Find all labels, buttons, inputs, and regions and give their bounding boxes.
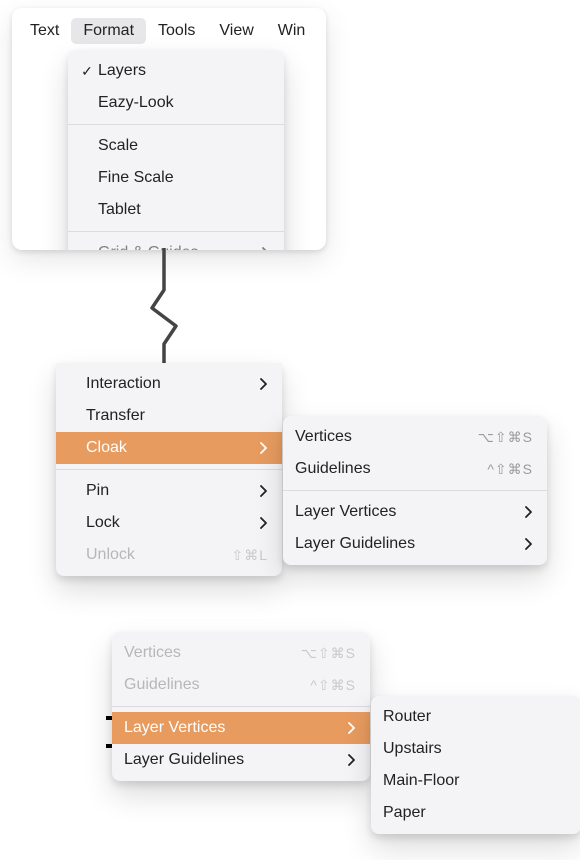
menu-item-label: Layer Vertices (122, 716, 336, 740)
chevron-right-icon (248, 485, 268, 497)
menu-item-label: Tablet (96, 198, 270, 222)
menu-item-vertices[interactable]: Vertices ⌥⇧⌘S (283, 421, 547, 453)
menu-item-pin[interactable]: Pin (56, 475, 282, 507)
menu-item-label: Guidelines (293, 457, 475, 481)
chevron-right-icon (513, 538, 533, 550)
top-panel: Text Format Tools View Win ✓ Layers Eazy… (12, 8, 326, 250)
menu-item-upstairs[interactable]: Upstairs (371, 733, 580, 765)
menu-item-unlock: Unlock ⇧⌘L (56, 539, 282, 571)
menu-item-layer-guidelines[interactable]: Layer Guidelines (112, 744, 370, 776)
menubar-item-format[interactable]: Format (71, 18, 146, 44)
menu-item-label: Layer Guidelines (122, 748, 336, 772)
cloak-submenu: Vertices ⌥⇧⌘S Guidelines ^⇧⌘S Layer Vert… (283, 416, 547, 565)
menu-shortcut: ⌥⇧⌘S (289, 643, 356, 664)
checkmark-icon: ✓ (78, 61, 96, 82)
menu-item-tablet[interactable]: Tablet (68, 194, 284, 226)
menu-item-label: Cloak (84, 436, 248, 460)
chevron-right-icon (336, 754, 356, 766)
menu-separator (112, 706, 370, 707)
menu-item-label: Layer Guidelines (293, 532, 513, 556)
menu-item-label: Vertices (122, 641, 289, 665)
menu-separator (68, 231, 284, 232)
menu-item-layer-guidelines[interactable]: Layer Guidelines (283, 528, 547, 560)
menu-item-layers[interactable]: ✓ Layers (68, 55, 284, 87)
menu-item-layer-vertices[interactable]: Layer Vertices (283, 496, 547, 528)
menu-item-label: Lock (84, 511, 248, 535)
menu-item-cloak[interactable]: Cloak (56, 432, 282, 464)
menu-item-guidelines[interactable]: Guidelines ^⇧⌘S (283, 453, 547, 485)
menubar-item-view[interactable]: View (207, 18, 265, 44)
chevron-right-icon (248, 378, 268, 390)
menu-shortcut: ⇧⌘L (219, 545, 268, 566)
menu-item-label: Layers (96, 59, 270, 83)
menu-item-layer-vertices[interactable]: Layer Vertices (112, 712, 370, 744)
menu-item-label: Main-Floor (381, 769, 567, 793)
menu-item-label: Interaction (84, 372, 248, 396)
menu-shortcut: ⌥⇧⌘S (466, 427, 533, 448)
menubar-item-win[interactable]: Win (266, 18, 318, 44)
menu-shortcut: ^⇧⌘S (298, 675, 356, 696)
menu-item-label: Eazy-Look (96, 91, 270, 115)
menu-item-eazylook[interactable]: Eazy-Look (68, 87, 284, 119)
menu-item-label: Vertices (293, 425, 466, 449)
menu-item-label: Pin (84, 479, 248, 503)
menu-item-label: Guidelines (122, 673, 298, 697)
squiggle-connector (144, 248, 184, 368)
menu-item-vertices: Vertices ⌥⇧⌘S (112, 637, 370, 669)
menu-item-lock[interactable]: Lock (56, 507, 282, 539)
menu-item-paper[interactable]: Paper (371, 797, 580, 829)
menu-item-label: Router (381, 705, 567, 729)
chevron-right-icon (513, 506, 533, 518)
chevron-right-icon (250, 247, 270, 250)
menu-item-label: Scale (96, 134, 270, 158)
chevron-right-icon (248, 517, 268, 529)
menu-item-router[interactable]: Router (371, 701, 580, 733)
menu-item-label: Unlock (84, 543, 219, 567)
cloak-submenu-state2: Vertices ⌥⇧⌘S Guidelines ^⇧⌘S Layer Vert… (112, 632, 370, 781)
notch-icon (106, 744, 112, 748)
notch-icon (106, 716, 112, 720)
menu-separator (283, 490, 547, 491)
chevron-right-icon (336, 722, 356, 734)
menu-shortcut: ^⇧⌘S (475, 459, 533, 480)
menu-separator (68, 124, 284, 125)
menu-item-label: Upstairs (381, 737, 567, 761)
menubar-item-tools[interactable]: Tools (146, 18, 207, 44)
menu-item-finescale[interactable]: Fine Scale (68, 162, 284, 194)
menu-item-label: Transfer (84, 404, 268, 428)
menu-item-scale[interactable]: Scale (68, 130, 284, 162)
menu-item-interaction[interactable]: Interaction (56, 368, 282, 400)
menubar-item-text[interactable]: Text (18, 18, 71, 44)
chevron-right-icon (248, 442, 268, 454)
menu-item-transfer[interactable]: Transfer (56, 400, 282, 432)
format-dropdown-lower: Interaction Transfer Cloak Pin Lock Unlo… (56, 363, 282, 576)
menu-item-label: Layer Vertices (293, 500, 513, 524)
layer-vertices-submenu: Router Upstairs Main-Floor Paper (371, 696, 580, 834)
menu-item-mainfloor[interactable]: Main-Floor (371, 765, 580, 797)
menu-item-guidelines: Guidelines ^⇧⌘S (112, 669, 370, 701)
menubar: Text Format Tools View Win (12, 8, 326, 50)
menu-item-label: Paper (381, 801, 567, 825)
menu-separator (56, 469, 282, 470)
menu-item-label: Fine Scale (96, 166, 270, 190)
format-dropdown: ✓ Layers Eazy-Look Scale Fine Scale Tabl… (68, 50, 284, 250)
